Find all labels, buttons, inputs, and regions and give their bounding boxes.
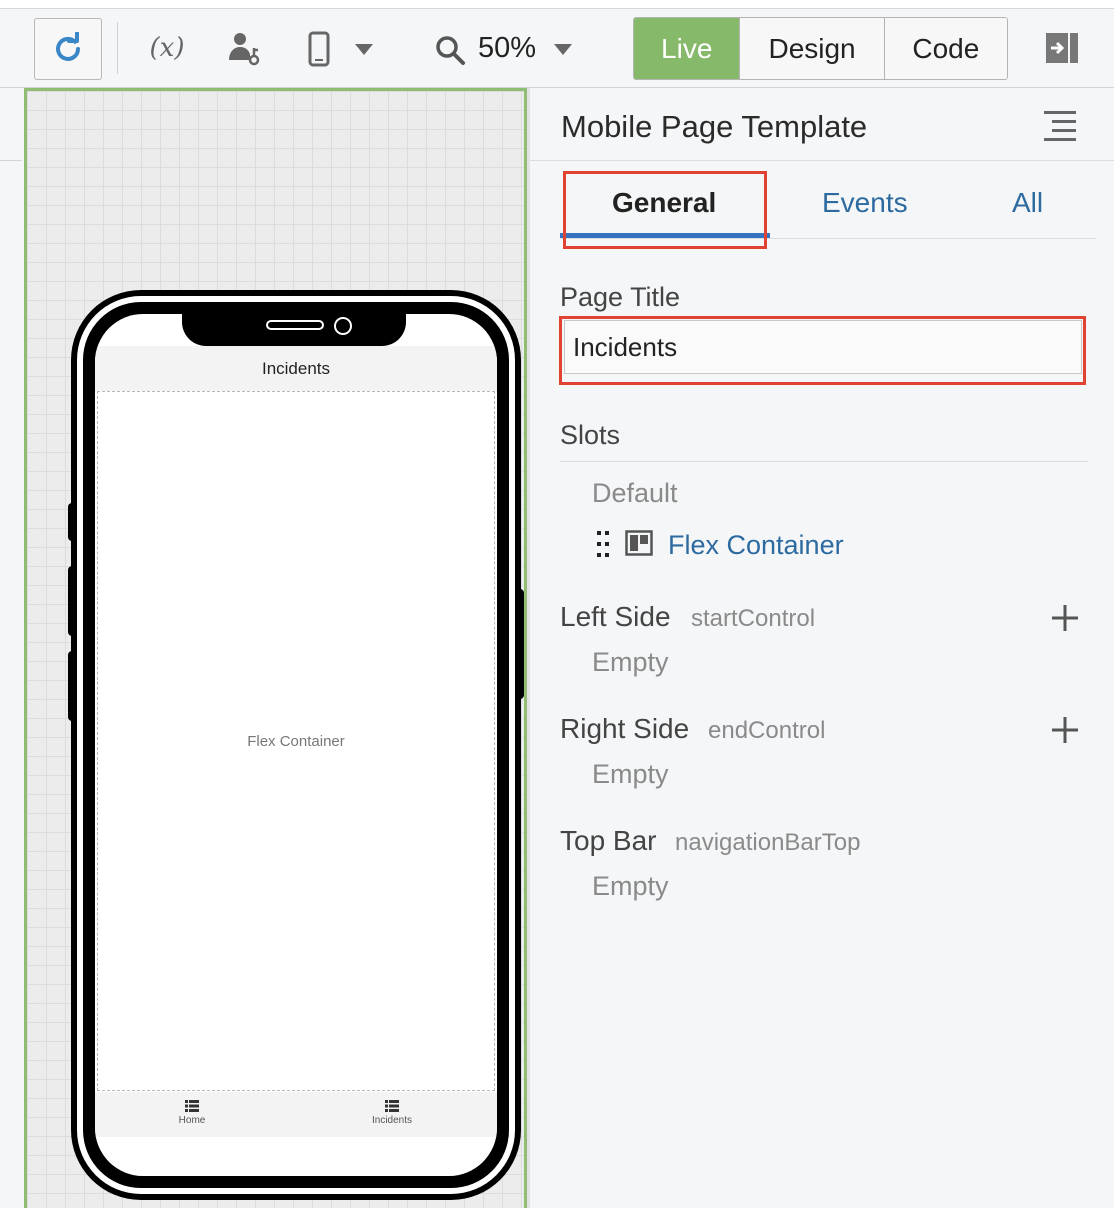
device-dropdown-button[interactable]: [350, 32, 378, 66]
left-side-hint: startControl: [691, 605, 816, 632]
top-edge: [0, 0, 1114, 9]
top-bar-empty: Empty: [592, 871, 669, 901]
page-title-label: Page Title: [560, 282, 681, 312]
collapse-panel-icon: [1046, 33, 1078, 63]
refresh-button[interactable]: [34, 18, 102, 80]
zoom-button[interactable]: [430, 30, 470, 70]
flex-container-label: Flex Container: [247, 732, 345, 750]
gutter-divider: [0, 160, 22, 161]
tab-all[interactable]: All: [1012, 187, 1043, 219]
left-side-empty: Empty: [592, 647, 669, 677]
code-mode-button[interactable]: Code: [884, 18, 1007, 79]
design-canvas[interactable]: Incidents Flex Container Home Incidents: [24, 88, 527, 1208]
right-side-hint: endControl: [708, 717, 826, 744]
tab-label: Home: [178, 1115, 206, 1126]
list-icon: [385, 1100, 399, 1112]
add-left-side-button[interactable]: [1050, 603, 1080, 633]
right-side-empty: Empty: [592, 759, 669, 789]
collapse-panel-button[interactable]: [1040, 26, 1084, 70]
zoom-dropdown-button[interactable]: [548, 32, 578, 66]
user-role-button[interactable]: [224, 24, 266, 74]
mobile-device-icon: [308, 31, 330, 67]
flex-container-link[interactable]: Flex Container: [668, 530, 844, 561]
magnifier-icon: [436, 36, 465, 65]
panel-menu-button[interactable]: [1042, 109, 1078, 143]
tab-home[interactable]: Home: [147, 1100, 237, 1126]
panel-title: Mobile Page Template: [561, 109, 868, 144]
design-mode-button[interactable]: Design: [740, 18, 885, 79]
property-inspector: Mobile Page Template General Events All …: [530, 89, 1114, 1208]
tab-events[interactable]: Events: [822, 187, 908, 219]
variables-icon: (x): [149, 33, 185, 63]
app-root: (x) 50% Live Design Code Incidents Flex …: [0, 0, 1114, 1208]
tab-incidents[interactable]: Incidents: [347, 1100, 437, 1126]
left-side-label: Left Side: [560, 601, 671, 632]
view-mode-group: Live Design Code: [633, 17, 1008, 80]
flex-container-icon: [625, 530, 653, 556]
chevron-down-icon: [355, 44, 373, 55]
device-button[interactable]: [302, 24, 336, 74]
flex-container[interactable]: Flex Container: [97, 391, 495, 1091]
list-icon: [185, 1100, 199, 1112]
live-mode-button[interactable]: Live: [634, 18, 741, 79]
page-header[interactable]: Incidents: [95, 346, 497, 391]
default-slot-label: Default: [592, 478, 678, 508]
phone-side-button: [68, 651, 76, 721]
add-right-side-button[interactable]: [1050, 715, 1080, 745]
top-bar-hint: navigationBarTop: [675, 829, 861, 856]
phone-frame: Incidents Flex Container Home Incidents: [71, 290, 521, 1200]
phone-screen: Incidents Flex Container Home Incidents: [95, 314, 497, 1176]
phone-notch: [182, 314, 406, 346]
panel-header-divider: [530, 160, 1114, 161]
zoom-level[interactable]: 50%: [478, 32, 536, 65]
slots-divider: [560, 461, 1088, 462]
menu-icon: [1044, 111, 1076, 141]
highlight-page-title-input: [559, 316, 1086, 385]
toolbar-separator: [117, 22, 118, 74]
slots-heading: Slots: [560, 420, 621, 450]
phone-side-button: [516, 589, 524, 699]
bottom-tab-bar: Home Incidents: [95, 1092, 497, 1137]
refresh-icon: [56, 32, 80, 61]
variables-button[interactable]: (x): [144, 24, 190, 72]
speaker-icon: [266, 320, 324, 330]
right-side-label: Right Side: [560, 713, 690, 744]
camera-icon: [334, 317, 352, 335]
drag-handle-icon[interactable]: [596, 530, 610, 558]
tab-label: Incidents: [371, 1115, 413, 1126]
chevron-down-icon: [554, 44, 572, 55]
top-bar-label: Top Bar: [560, 825, 657, 856]
phone-side-button: [68, 566, 76, 636]
highlight-general-tab: [563, 171, 767, 249]
user-role-icon: [229, 33, 260, 66]
phone-side-button: [68, 503, 76, 541]
toolbar: (x) 50% Live Design Code: [0, 10, 1114, 88]
left-gutter: [0, 89, 22, 1208]
